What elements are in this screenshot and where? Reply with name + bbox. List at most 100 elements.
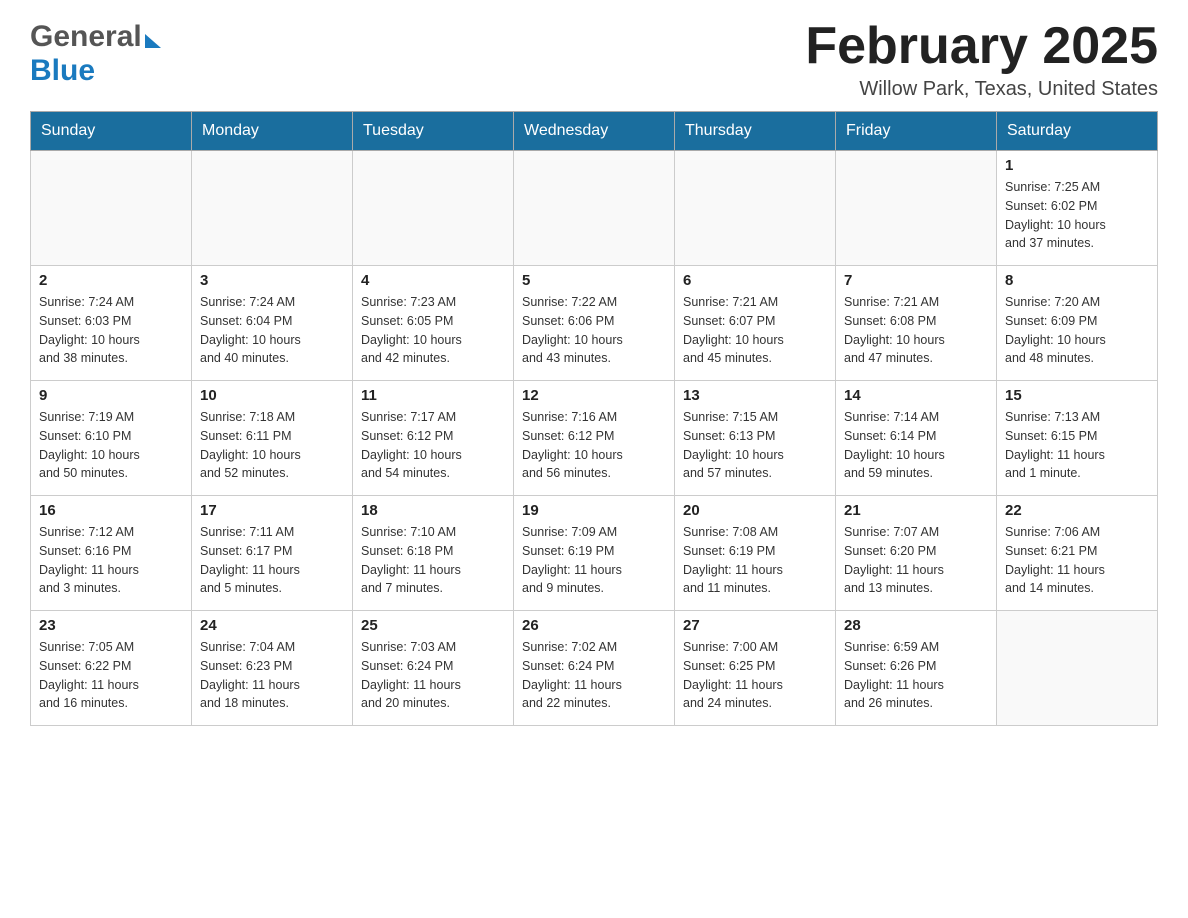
- day-number: 7: [844, 272, 988, 289]
- calendar-cell: 19Sunrise: 7:09 AMSunset: 6:19 PMDayligh…: [514, 496, 675, 611]
- day-number: 16: [39, 502, 183, 519]
- calendar-cell: 7 Sunrise: 7:21 AMSunset: 6:08 PMDaylight…: [836, 266, 997, 381]
- day-info: Sunrise: 7:02 AMSunset: 6:24 PMDaylight:…: [522, 638, 666, 713]
- calendar-cell: 23 Sunrise: 7:05 AMSunset: 6:22 PMDayligh…: [31, 611, 192, 726]
- calendar-cell: 5 Sunrise: 7:22 AMSunset: 6:06 PMDaylight…: [514, 266, 675, 381]
- day-info: Sunrise: 7:14 AMSunset: 6:14 PMDaylight:…: [844, 408, 988, 483]
- day-info: Sunrise: 7:22 AMSunset: 6:06 PMDaylight:…: [522, 293, 666, 368]
- day-info: Sunrise: 7:08 AMSunset: 6:19 PMDaylight:…: [683, 523, 827, 598]
- day-info: Sunrise: 7:21 AMSunset: 6:07 PMDaylight:…: [683, 293, 827, 368]
- day-info: Sunrise: 7:06 AMSunset: 6:21 PMDaylight:…: [1005, 523, 1149, 598]
- calendar-week-row: 2 Sunrise: 7:24 AMSunset: 6:03 PMDaylight…: [31, 266, 1158, 381]
- calendar-cell: [675, 151, 836, 266]
- day-info: Sunrise: 7:20 AMSunset: 6:09 PMDaylight:…: [1005, 293, 1149, 368]
- day-number: 23: [39, 617, 183, 634]
- calendar-cell: [997, 611, 1158, 726]
- day-number: 28: [844, 617, 988, 634]
- day-info: Sunrise: 7:16 AMSunset: 6:12 PMDaylight:…: [522, 408, 666, 483]
- logo-arrow-icon: [145, 34, 161, 48]
- day-info: Sunrise: 7:21 AMSunset: 6:08 PMDaylight:…: [844, 293, 988, 368]
- logo-general-text: General: [30, 20, 142, 54]
- day-number: 20: [683, 502, 827, 519]
- calendar-cell: 14 Sunrise: 7:14 AMSunset: 6:14 PMDayligh…: [836, 381, 997, 496]
- day-number: 2: [39, 272, 183, 289]
- day-info: Sunrise: 7:19 AMSunset: 6:10 PMDaylight:…: [39, 408, 183, 483]
- day-info: Sunrise: 7:25 AMSunset: 6:02 PMDaylight:…: [1005, 178, 1149, 253]
- day-number: 17: [200, 502, 344, 519]
- calendar-cell: 12 Sunrise: 7:16 AMSunset: 6:12 PMDayligh…: [514, 381, 675, 496]
- day-number: 15: [1005, 387, 1149, 404]
- calendar-week-row: 23 Sunrise: 7:05 AMSunset: 6:22 PMDayligh…: [31, 611, 1158, 726]
- calendar-cell: 1Sunrise: 7:25 AMSunset: 6:02 PMDaylight…: [997, 151, 1158, 266]
- weekday-header-sunday: Sunday: [31, 112, 192, 151]
- day-info: Sunrise: 7:24 AMSunset: 6:04 PMDaylight:…: [200, 293, 344, 368]
- calendar-week-row: 9 Sunrise: 7:19 AMSunset: 6:10 PMDaylight…: [31, 381, 1158, 496]
- day-number: 18: [361, 502, 505, 519]
- day-number: 6: [683, 272, 827, 289]
- calendar-cell: 24 Sunrise: 7:04 AMSunset: 6:23 PMDayligh…: [192, 611, 353, 726]
- weekday-header-monday: Monday: [192, 112, 353, 151]
- calendar-cell: 10 Sunrise: 7:18 AMSunset: 6:11 PMDayligh…: [192, 381, 353, 496]
- calendar-week-row: 1Sunrise: 7:25 AMSunset: 6:02 PMDaylight…: [31, 151, 1158, 266]
- day-number: 9: [39, 387, 183, 404]
- calendar-cell: 4 Sunrise: 7:23 AMSunset: 6:05 PMDaylight…: [353, 266, 514, 381]
- day-number: 14: [844, 387, 988, 404]
- day-info: Sunrise: 7:11 AMSunset: 6:17 PMDaylight:…: [200, 523, 344, 598]
- calendar-cell: 2 Sunrise: 7:24 AMSunset: 6:03 PMDaylight…: [31, 266, 192, 381]
- day-info: Sunrise: 7:10 AMSunset: 6:18 PMDaylight:…: [361, 523, 505, 598]
- day-number: 12: [522, 387, 666, 404]
- calendar-cell: [31, 151, 192, 266]
- weekday-header-thursday: Thursday: [675, 112, 836, 151]
- calendar-cell: 15Sunrise: 7:13 AMSunset: 6:15 PMDayligh…: [997, 381, 1158, 496]
- day-number: 8: [1005, 272, 1149, 289]
- day-info: Sunrise: 7:12 AMSunset: 6:16 PMDaylight:…: [39, 523, 183, 598]
- day-number: 11: [361, 387, 505, 404]
- day-number: 24: [200, 617, 344, 634]
- calendar-cell: [353, 151, 514, 266]
- weekday-header-saturday: Saturday: [997, 112, 1158, 151]
- calendar-cell: 13Sunrise: 7:15 AMSunset: 6:13 PMDayligh…: [675, 381, 836, 496]
- calendar-cell: 22Sunrise: 7:06 AMSunset: 6:21 PMDayligh…: [997, 496, 1158, 611]
- day-number: 4: [361, 272, 505, 289]
- calendar-cell: 17 Sunrise: 7:11 AMSunset: 6:17 PMDayligh…: [192, 496, 353, 611]
- calendar-cell: 28 Sunrise: 6:59 AMSunset: 6:26 PMDayligh…: [836, 611, 997, 726]
- day-info: Sunrise: 7:03 AMSunset: 6:24 PMDaylight:…: [361, 638, 505, 713]
- calendar-cell: 9 Sunrise: 7:19 AMSunset: 6:10 PMDaylight…: [31, 381, 192, 496]
- logo-blue-text: Blue: [30, 54, 95, 88]
- weekday-header-friday: Friday: [836, 112, 997, 151]
- day-number: 13: [683, 387, 827, 404]
- page-header: General Blue February 2025 Willow Park, …: [30, 20, 1158, 101]
- calendar-week-row: 16 Sunrise: 7:12 AMSunset: 6:16 PMDayligh…: [31, 496, 1158, 611]
- day-info: Sunrise: 7:04 AMSunset: 6:23 PMDaylight:…: [200, 638, 344, 713]
- day-number: 27: [683, 617, 827, 634]
- calendar-cell: 11 Sunrise: 7:17 AMSunset: 6:12 PMDayligh…: [353, 381, 514, 496]
- day-number: 19: [522, 502, 666, 519]
- location-text: Willow Park, Texas, United States: [805, 78, 1158, 101]
- day-info: Sunrise: 7:23 AMSunset: 6:05 PMDaylight:…: [361, 293, 505, 368]
- day-number: 5: [522, 272, 666, 289]
- calendar-cell: 18 Sunrise: 7:10 AMSunset: 6:18 PMDayligh…: [353, 496, 514, 611]
- logo: General Blue: [30, 20, 161, 88]
- calendar-cell: 20 Sunrise: 7:08 AMSunset: 6:19 PMDayligh…: [675, 496, 836, 611]
- day-info: Sunrise: 7:18 AMSunset: 6:11 PMDaylight:…: [200, 408, 344, 483]
- weekday-header-tuesday: Tuesday: [353, 112, 514, 151]
- day-info: Sunrise: 7:05 AMSunset: 6:22 PMDaylight:…: [39, 638, 183, 713]
- day-info: Sunrise: 7:07 AMSunset: 6:20 PMDaylight:…: [844, 523, 988, 598]
- calendar-cell: [192, 151, 353, 266]
- day-number: 25: [361, 617, 505, 634]
- weekday-header-row: SundayMondayTuesdayWednesdayThursdayFrid…: [31, 112, 1158, 151]
- day-number: 21: [844, 502, 988, 519]
- day-info: Sunrise: 7:24 AMSunset: 6:03 PMDaylight:…: [39, 293, 183, 368]
- day-info: Sunrise: 6:59 AMSunset: 6:26 PMDaylight:…: [844, 638, 988, 713]
- calendar-cell: 3 Sunrise: 7:24 AMSunset: 6:04 PMDaylight…: [192, 266, 353, 381]
- day-info: Sunrise: 7:17 AMSunset: 6:12 PMDaylight:…: [361, 408, 505, 483]
- calendar-cell: [514, 151, 675, 266]
- calendar-cell: [836, 151, 997, 266]
- calendar-table: SundayMondayTuesdayWednesdayThursdayFrid…: [30, 111, 1158, 726]
- calendar-cell: 27 Sunrise: 7:00 AMSunset: 6:25 PMDayligh…: [675, 611, 836, 726]
- day-number: 3: [200, 272, 344, 289]
- day-number: 10: [200, 387, 344, 404]
- day-info: Sunrise: 7:00 AMSunset: 6:25 PMDaylight:…: [683, 638, 827, 713]
- calendar-cell: 21 Sunrise: 7:07 AMSunset: 6:20 PMDayligh…: [836, 496, 997, 611]
- calendar-cell: 26Sunrise: 7:02 AMSunset: 6:24 PMDayligh…: [514, 611, 675, 726]
